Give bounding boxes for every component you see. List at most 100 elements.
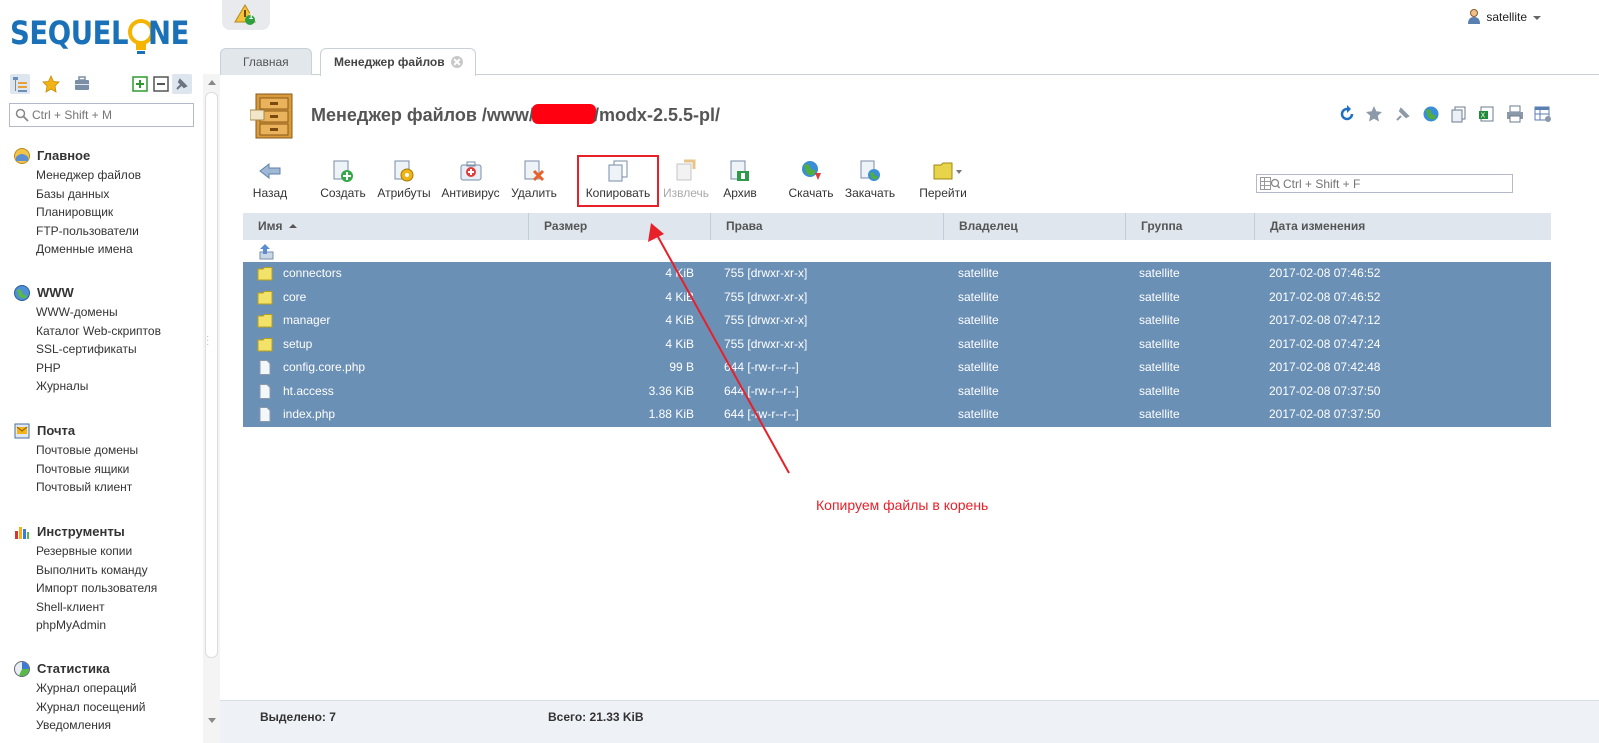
nav-group-title[interactable]: Почта [13, 421, 199, 441]
file-size: 4 KiB [665, 289, 694, 304]
table-row[interactable]: core 4 KiB 755 [drwxr-xr-x] satellite satell… [243, 286, 1551, 310]
extract-button[interactable]: Извлечь [660, 154, 712, 204]
nav-item-ftp-users[interactable]: FTP-пользователи [13, 222, 199, 241]
scroll-up-arrow-icon[interactable] [208, 80, 216, 85]
print-icon[interactable] [1506, 105, 1524, 123]
nav-item-mail-domains[interactable]: Почтовые домены [13, 441, 199, 460]
nav-item-logs[interactable]: Журналы [13, 377, 199, 396]
attributes-button[interactable]: Атрибуты [375, 154, 433, 204]
nav-item-web-scripts[interactable]: Каталог Web-скриптов [13, 322, 199, 341]
nav-group-title[interactable]: Инструменты [13, 522, 199, 542]
table-settings-icon[interactable] [1534, 105, 1552, 123]
nav-item-www-domains[interactable]: WWW-домены [13, 303, 199, 322]
close-tab-icon[interactable] [450, 56, 463, 68]
table-row[interactable]: connectors 4 KiB 755 [drwxr-xr-x] satellite… [243, 262, 1551, 286]
file-permissions: 644 [-rw-r--r--] [724, 407, 799, 421]
nav-item-scheduler[interactable]: Планировщик [13, 203, 199, 222]
sidebar-search-input[interactable] [32, 106, 190, 124]
briefcase-icon[interactable] [72, 74, 92, 94]
nav-item-phpmyadmin[interactable]: phpMyAdmin [13, 616, 199, 635]
nav-group-www: WWW WWW-домены Каталог Web-скриптов SSL-… [13, 283, 199, 396]
sidebar-search[interactable] [9, 103, 194, 127]
nav-item-import-user[interactable]: Импорт пользователя [13, 579, 199, 598]
table-row[interactable]: config.core.php 99 B 644 [-rw-r--r--] satel… [243, 356, 1551, 380]
column-header-owner[interactable]: Владелец [944, 213, 1126, 240]
file-owner: satellite [958, 289, 999, 304]
delete-file-icon [524, 160, 545, 182]
tree-view-icon[interactable] [10, 74, 30, 94]
nav-group-title[interactable]: WWW [13, 283, 199, 303]
parent-directory-row[interactable] [243, 240, 1551, 262]
nav-item-run-command[interactable]: Выполнить команду [13, 561, 199, 580]
mail-icon [14, 423, 30, 439]
nav-item-ssl[interactable]: SSL-сертификаты [13, 340, 199, 359]
column-header-name[interactable]: Имя [243, 213, 529, 240]
delete-button[interactable]: Удалить [509, 154, 559, 204]
nav-item-mailboxes[interactable]: Почтовые ящики [13, 460, 199, 479]
table-row[interactable]: ht.access 3.36 KiB 644 [-rw-r--r--] satelli… [243, 380, 1551, 404]
nav-item-file-manager[interactable]: Менеджер файлов [13, 166, 199, 185]
user-menu[interactable]: satellite [1468, 8, 1541, 26]
nav-item-backups[interactable]: Резервные копии [13, 542, 199, 561]
file-modified-date: 2017-02-08 07:47:12 [1269, 313, 1381, 327]
total-size: Всего: 21.33 KiB [548, 710, 644, 724]
logo: SEQUEL NE [10, 8, 200, 60]
file-permissions: 755 [drwxr-xr-x] [724, 313, 808, 327]
table-row[interactable]: index.php 1.88 KiB 644 [-rw-r--r--] satelli… [243, 403, 1551, 427]
column-header-group[interactable]: Группа [1126, 213, 1255, 240]
world-icon[interactable] [1422, 105, 1440, 123]
file-size: 99 B [669, 360, 694, 374]
file-modified-date: 2017-02-08 07:37:50 [1269, 383, 1381, 398]
nav-group-title[interactable]: Статистика [13, 659, 199, 679]
table-row[interactable]: manager 4 KiB 755 [drwxr-xr-x] satellite sat… [243, 309, 1551, 333]
column-header-permissions[interactable]: Права [711, 213, 944, 240]
table-row[interactable]: setup 4 KiB 755 [drwxr-xr-x] satellite satel… [243, 333, 1551, 357]
nav-item-databases[interactable]: Базы данных [13, 185, 199, 204]
sidebar-scrollbar[interactable] [203, 74, 220, 743]
nav-item-domain-names[interactable]: Доменные имена [13, 240, 199, 259]
grid-search-input[interactable] [1283, 176, 1508, 191]
nav-item-notifications[interactable]: Уведомления [13, 716, 199, 735]
page-title: Менеджер файлов /www//modx-2.5.5-pl/ [311, 104, 720, 125]
nav-group-stats: Статистика Журнал операций Журнал посеще… [13, 659, 199, 735]
file-modified-date: 2017-02-08 07:47:24 [1269, 336, 1381, 351]
export-excel-icon[interactable]: X [1478, 105, 1496, 123]
scrollbar-thumb[interactable] [205, 92, 218, 658]
nav-item-mail-client[interactable]: Почтовый клиент [13, 478, 199, 497]
create-button[interactable]: Создать [317, 154, 369, 204]
file-permissions: 644 [-rw-r--r--] [724, 383, 799, 398]
back-button[interactable]: Назад [248, 154, 292, 204]
nav-item-operations-log[interactable]: Журнал операций [13, 679, 199, 698]
copy-page-icon[interactable] [1450, 105, 1468, 123]
column-header-date[interactable]: Дата изменения [1255, 213, 1551, 240]
scroll-down-arrow-icon[interactable] [208, 718, 216, 723]
splitter-handle[interactable]: · · · [206, 332, 214, 350]
favorite-star-icon[interactable] [1365, 105, 1383, 123]
nav-item-php[interactable]: PHP [13, 359, 199, 378]
nav-item-shell-client[interactable]: Shell-клиент [13, 598, 199, 617]
antivirus-button[interactable]: Антивирус [439, 154, 502, 204]
expand-all-icon[interactable] [130, 74, 150, 94]
notification-button[interactable]: 1 [222, 0, 270, 30]
file-owner: satellite [958, 313, 999, 327]
download-globe-icon [802, 161, 821, 180]
table-search-icon [1260, 177, 1280, 190]
upload-button[interactable]: Закачать [842, 154, 898, 204]
extract-icon [676, 159, 696, 181]
nav-group-title[interactable]: Главное [13, 146, 199, 166]
pin-icon[interactable] [172, 74, 192, 94]
archive-button[interactable]: Архив [719, 154, 761, 204]
nav-item-visits-log[interactable]: Журнал посещений [13, 698, 199, 717]
column-header-size[interactable]: Размер [529, 213, 711, 240]
file-owner: satellite [958, 360, 999, 374]
grid-search[interactable] [1256, 174, 1513, 193]
pin-icon[interactable] [1394, 105, 1412, 123]
collapse-all-icon[interactable] [151, 74, 171, 94]
download-button[interactable]: Скачать [786, 154, 836, 204]
tab-file-manager[interactable]: Менеджер файлов [320, 48, 476, 76]
file-name: core [283, 289, 307, 304]
star-icon[interactable] [41, 74, 61, 94]
tab-home[interactable]: Главная [220, 48, 312, 75]
refresh-icon[interactable] [1338, 105, 1356, 123]
goto-button[interactable]: Перейти [918, 154, 976, 204]
